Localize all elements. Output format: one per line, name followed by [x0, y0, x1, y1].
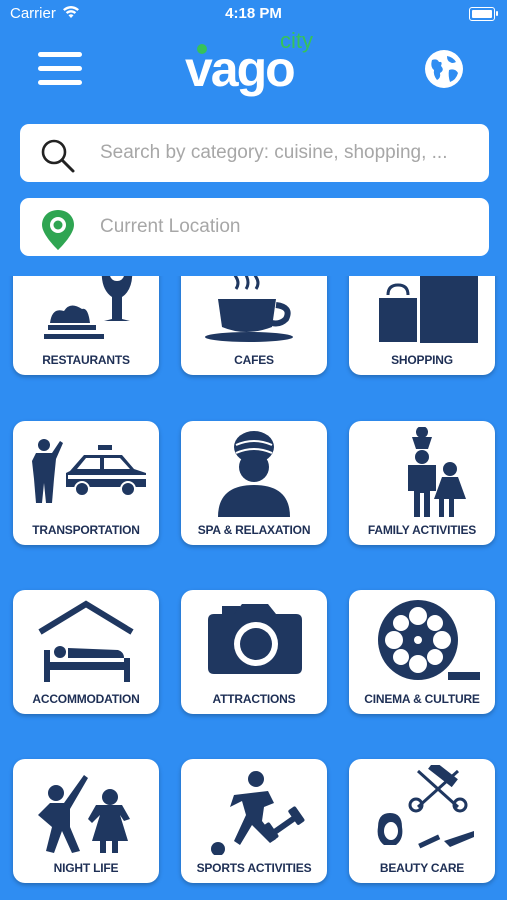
coffee-cup-icon — [205, 276, 293, 342]
category-label: NIGHT LIFE — [53, 861, 119, 875]
category-tile-restaurants[interactable]: RESTAURANTS — [13, 276, 159, 375]
sports-icon — [211, 771, 305, 855]
category-tile-attractions[interactable]: ATTRACTIONS — [181, 590, 327, 714]
category-label: CAFES — [234, 353, 274, 367]
category-label: ATTRACTIONS — [212, 692, 296, 706]
category-label: TRANSPORTATION — [32, 523, 140, 537]
restaurant-icon — [44, 276, 133, 339]
menu-line-icon — [38, 80, 82, 85]
battery-icon — [469, 7, 498, 21]
category-tile-cafes[interactable]: CAFES — [181, 276, 327, 375]
category-tile-beauty-care[interactable]: BEAUTY CARE — [349, 759, 495, 883]
app-header: vago city — [0, 28, 507, 118]
search-icon — [41, 139, 75, 173]
category-label: ACCOMMODATION — [32, 692, 140, 706]
globe-icon[interactable] — [423, 48, 465, 90]
spa-person-icon — [218, 431, 290, 517]
beauty-icon — [377, 765, 474, 849]
category-tile-accommodation[interactable]: ACCOMMODATION — [13, 590, 159, 714]
menu-line-icon — [38, 52, 82, 57]
camera-icon — [208, 604, 302, 674]
category-label: SHOPPING — [391, 353, 453, 367]
dancing-icon — [38, 775, 130, 853]
category-tile-family-activities[interactable]: FAMILY ACTIVITIES — [349, 421, 495, 545]
taxi-icon — [32, 439, 146, 503]
logo-main-text: vago — [185, 41, 296, 97]
search-bar — [20, 124, 489, 182]
status-bar: Carrier 4:18 PM — [0, 0, 507, 28]
category-tile-cinema-culture[interactable]: CINEMA & CULTURE — [349, 590, 495, 714]
menu-line-icon — [38, 66, 82, 71]
search-input[interactable] — [98, 132, 482, 174]
menu-button[interactable] — [38, 52, 82, 86]
status-time: 4:18 PM — [225, 5, 282, 22]
bed-house-icon — [38, 600, 134, 682]
location-pin-icon — [42, 210, 74, 250]
category-label: CINEMA & CULTURE — [364, 692, 480, 706]
location-bar — [20, 198, 489, 256]
logo-sub-text: city — [280, 28, 313, 53]
shopping-bags-icon — [377, 276, 478, 344]
app-logo: vago city — [185, 30, 325, 114]
category-label: SPORTS ACTIVITIES — [196, 861, 312, 875]
category-label: BEAUTY CARE — [379, 861, 465, 875]
category-tile-sports-activities[interactable]: SPORTS ACTIVITIES — [181, 759, 327, 883]
category-label: FAMILY ACTIVITIES — [367, 523, 477, 537]
category-tile-shopping[interactable]: SHOPPING — [349, 276, 495, 375]
category-label: SPA & RELAXATION — [197, 523, 311, 537]
category-tile-transportation[interactable]: TRANSPORTATION — [13, 421, 159, 545]
film-reel-icon — [378, 600, 480, 680]
family-icon — [408, 427, 466, 517]
category-tile-night-life[interactable]: NIGHT LIFE — [13, 759, 159, 883]
category-label: RESTAURANTS — [42, 353, 130, 367]
location-input[interactable] — [98, 206, 482, 248]
category-tile-spa-relaxation[interactable]: SPA & RELAXATION — [181, 421, 327, 545]
category-grid: RESTAURANTS CAFES SHOPPING TRANSPORTATIO… — [0, 276, 507, 900]
